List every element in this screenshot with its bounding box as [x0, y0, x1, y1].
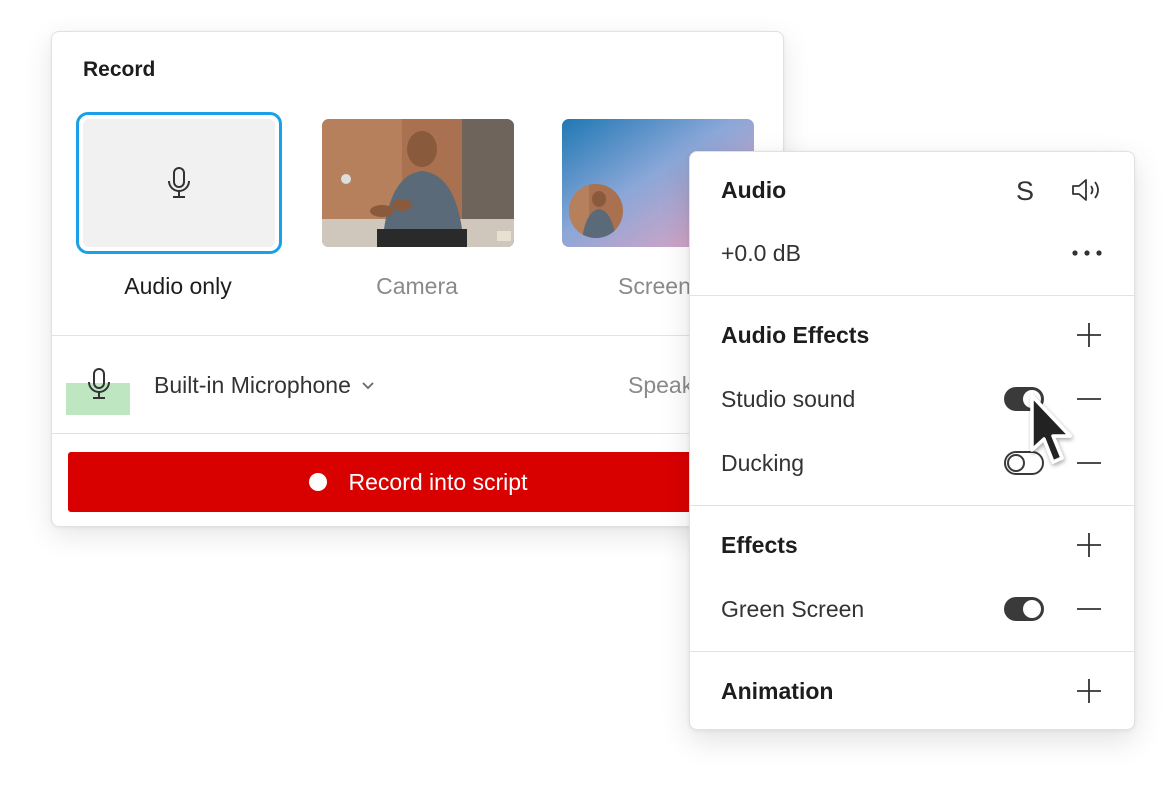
microphone-name: Built-in Microphone: [154, 372, 351, 398]
effects-header-row: Effects: [690, 526, 1134, 566]
plus-icon: [1077, 323, 1101, 347]
animation-title: Animation: [721, 678, 834, 704]
audio-header-row: Audio S: [690, 171, 1134, 211]
divider: [690, 295, 1134, 296]
remove-green-screen-button[interactable]: [1074, 594, 1104, 624]
source-camera[interactable]: [322, 119, 514, 247]
audio-gain-row: +0.0 dB: [690, 234, 1134, 274]
audio-title: Audio: [721, 177, 787, 203]
audio-effects-header-row: Audio Effects: [690, 316, 1134, 356]
add-audio-effect-button[interactable]: [1074, 320, 1104, 350]
add-effect-button[interactable]: [1074, 530, 1104, 560]
green-screen-label: Green Screen: [721, 596, 865, 622]
plus-icon: [1077, 533, 1101, 557]
record-panel: Record Audio only Camera Screen Built-in…: [51, 31, 784, 527]
microphone-icon: [88, 368, 110, 399]
audio-only-label: Audio only: [124, 273, 232, 299]
microphone-icon: [168, 167, 190, 198]
green-screen-toggle[interactable]: [1004, 597, 1044, 621]
solo-button[interactable]: S: [1012, 171, 1038, 211]
audio-gain[interactable]: +0.0 dB: [721, 240, 801, 267]
volume-button[interactable]: [1070, 173, 1104, 207]
studio-sound-label: Studio sound: [721, 386, 856, 412]
mouse-pointer-icon: [1030, 394, 1072, 464]
record-button-label: Record into script: [348, 468, 528, 495]
minus-icon: [1077, 608, 1101, 610]
animation-header-row: Animation: [690, 672, 1134, 712]
ducking-label: Ducking: [721, 450, 805, 476]
source-audio-only[interactable]: [76, 112, 282, 254]
audio-only-thumbnail[interactable]: [76, 112, 282, 254]
add-animation-button[interactable]: [1074, 676, 1104, 706]
more-button[interactable]: [1070, 238, 1104, 268]
chevron-down-icon: [362, 381, 374, 389]
record-title: Record: [83, 58, 156, 81]
audio-effects-title: Audio Effects: [721, 322, 870, 348]
speaker-icon: [1072, 179, 1099, 201]
microphone-row: Built-in Microphone Speak: [52, 335, 783, 433]
green-screen-row: Green Screen: [690, 590, 1134, 630]
plus-icon: [1077, 679, 1101, 703]
record-button[interactable]: Record into script: [68, 452, 768, 512]
effects-title: Effects: [721, 532, 798, 558]
more-icon: [1072, 250, 1102, 256]
divider: [690, 505, 1134, 506]
divider: [690, 651, 1134, 652]
record-dot-icon: [308, 473, 327, 491]
speaker-label[interactable]: Speak: [628, 372, 693, 399]
microphone-select[interactable]: Built-in Microphone: [154, 372, 375, 399]
camera-label: Camera: [376, 273, 458, 299]
divider: [52, 433, 783, 434]
camera-thumbnail[interactable]: [322, 119, 514, 247]
